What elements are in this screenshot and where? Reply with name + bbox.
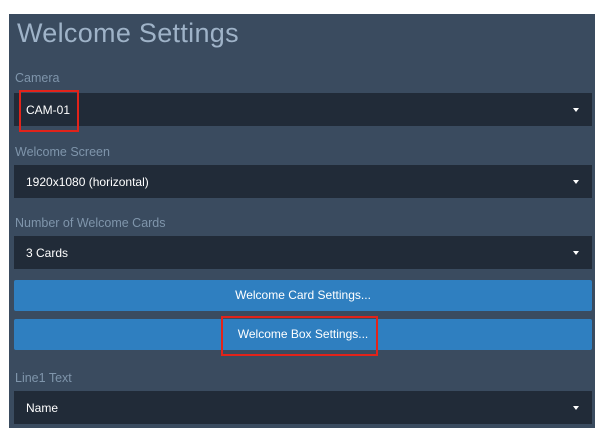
line1-value: Name [26, 401, 59, 415]
welcome-card-settings-button[interactable]: Welcome Card Settings... [14, 280, 592, 311]
camera-select[interactable]: CAM-01 [14, 93, 592, 126]
camera-highlight-box [19, 90, 79, 132]
line1-label: Line1 Text [15, 371, 72, 385]
chevron-down-icon [573, 406, 579, 410]
chevron-down-icon [573, 108, 579, 112]
chevron-down-icon [573, 251, 579, 255]
card-count-select[interactable]: 3 Cards [14, 236, 592, 269]
welcome-screen-value: 1920x1080 (horizontal) [26, 175, 149, 189]
line1-text-select[interactable]: Name [14, 391, 592, 424]
welcome-screen-label: Welcome Screen [15, 145, 110, 159]
welcome-screen-select[interactable]: 1920x1080 (horizontal) [14, 165, 592, 198]
card-count-value: 3 Cards [26, 246, 69, 260]
box-settings-highlight-box [221, 316, 378, 356]
settings-panel: Welcome Settings Camera CAM-01 Welcome S… [9, 14, 595, 428]
page-title: Welcome Settings [17, 18, 239, 48]
chevron-down-icon [573, 180, 579, 184]
camera-label: Camera [15, 71, 60, 85]
card-count-label: Number of Welcome Cards [15, 216, 166, 230]
